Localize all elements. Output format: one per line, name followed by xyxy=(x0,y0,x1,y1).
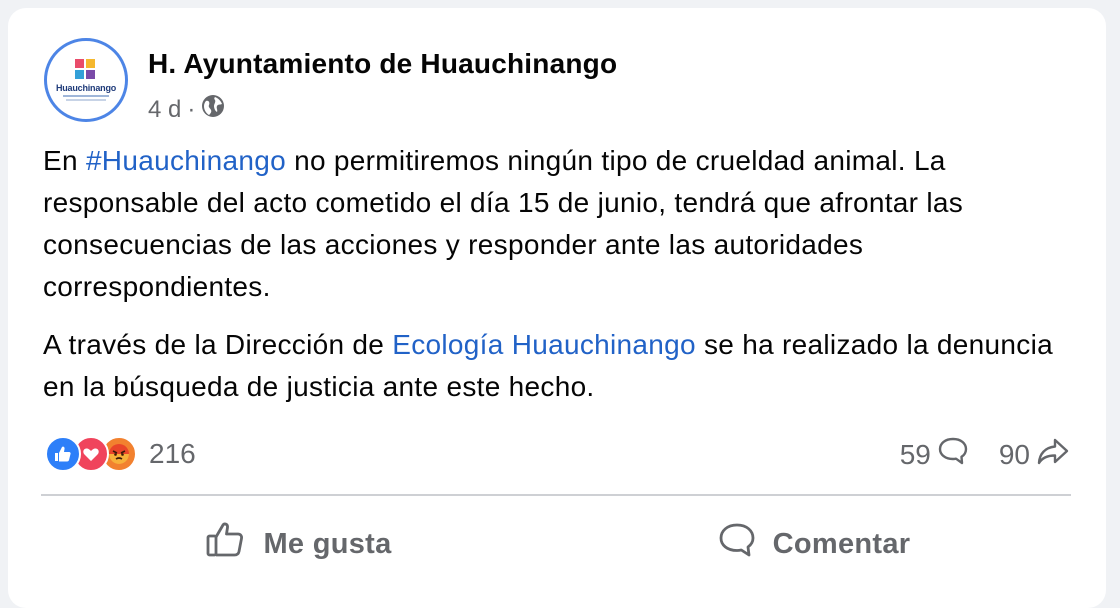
like-button[interactable]: Me gusta xyxy=(41,508,556,580)
reaction-count[interactable]: 216 xyxy=(149,438,196,470)
comment-count[interactable]: 59 xyxy=(900,436,969,473)
post-meta: 4 d · xyxy=(148,94,225,125)
share-arrow-icon xyxy=(1036,436,1070,473)
comment-button-label: Comentar xyxy=(772,527,911,560)
comment-button[interactable]: Comentar xyxy=(556,508,1071,580)
avatar-logo-text: Huauchinango xyxy=(55,83,117,93)
comment-icon xyxy=(717,521,757,567)
share-count[interactable]: 90 xyxy=(999,436,1070,473)
thumbs-up-icon xyxy=(205,520,247,568)
avatar-tagline-line xyxy=(63,95,109,97)
post-time[interactable]: 4 d xyxy=(148,96,181,124)
post-actions: Me gusta Comentar xyxy=(41,508,1071,580)
share-count-value: 90 xyxy=(998,438,1030,470)
text-segment: A través de la Dirección de xyxy=(43,329,393,360)
page-avatar[interactable]: Huauchinango xyxy=(44,38,128,122)
avatar-tagline-line xyxy=(66,99,106,101)
engagement-stats: 59 90 xyxy=(900,436,1070,473)
post-paragraph: En #Huauchinango no permitiremos ningún … xyxy=(43,140,1083,308)
post-paragraph: A través de la Dirección de Ecología Hua… xyxy=(43,324,1083,408)
reactions-summary[interactable]: 216 xyxy=(45,436,196,472)
globe-icon[interactable] xyxy=(201,94,225,125)
post-card: Huauchinango H. Ayuntamiento de Huauchin… xyxy=(8,8,1106,608)
logo-icon xyxy=(75,59,97,81)
actions-divider xyxy=(41,494,1071,496)
text-segment: En xyxy=(43,145,86,176)
hashtag-link[interactable]: #Huauchinango xyxy=(86,145,286,176)
comment-count-value: 59 xyxy=(899,438,931,470)
post-text: En #Huauchinango no permitiremos ningún … xyxy=(43,140,1083,424)
meta-separator: · xyxy=(187,95,196,123)
like-button-label: Me gusta xyxy=(263,527,392,560)
page-name-link[interactable]: H. Ayuntamiento de Huauchinango xyxy=(148,48,617,80)
comment-bubble-icon xyxy=(937,436,969,473)
like-icon xyxy=(45,436,81,472)
mention-link[interactable]: Ecología Huauchinango xyxy=(392,329,696,360)
